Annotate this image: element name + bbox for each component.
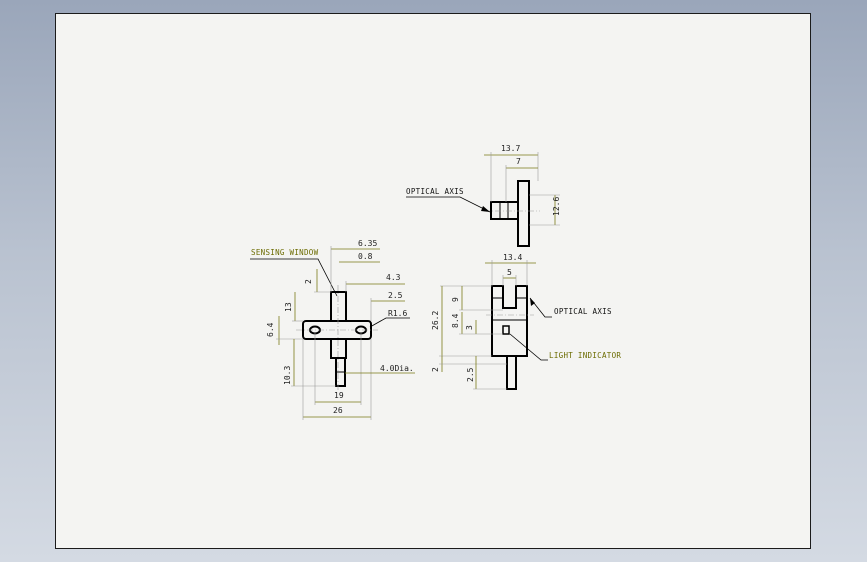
dim-2-side: 2 <box>431 367 440 372</box>
dim-2-5: 2.5 <box>388 291 403 300</box>
side-view-cable <box>506 355 517 390</box>
dim-26-2: 26.2 <box>431 311 440 330</box>
dim-6-35: 6.35 <box>358 239 377 248</box>
dim-26: 26 <box>333 406 343 415</box>
dim-6-4: 6.4 <box>266 322 275 337</box>
dim-0-8: 0.8 <box>358 252 373 261</box>
dim-10-3: 10.3 <box>283 366 292 385</box>
front-view: SENSING WINDOW 6.35 0.8 4.3 2.5 R1.6 2 1… <box>250 239 415 420</box>
dim-3: 3 <box>465 325 474 330</box>
dim-7: 7 <box>516 157 521 166</box>
side-view: 13.4 5 9 8.4 3 26.2 2 2.5 OPTICAL AXIS L… <box>431 253 621 390</box>
top-view-flange <box>517 180 530 247</box>
dim-12-6: 12.6 <box>552 197 561 216</box>
label-optical-axis-side: OPTICAL AXIS <box>554 307 612 316</box>
dim-r1-6: R1.6 <box>388 309 407 318</box>
label-light-indicator: LIGHT INDICATOR <box>549 351 621 360</box>
dim-2-5-side: 2.5 <box>466 367 475 382</box>
dim-13-7: 13.7 <box>501 144 520 153</box>
dim-13-4: 13.4 <box>503 253 522 262</box>
label-optical-axis-top: OPTICAL AXIS <box>406 187 464 196</box>
dim-8-4: 8.4 <box>451 313 460 328</box>
side-view-body <box>491 285 528 357</box>
top-view: 13.7 7 12.6 OPTICAL AXIS <box>406 144 561 247</box>
dim-9: 9 <box>451 297 460 302</box>
dim-13: 13 <box>284 302 293 312</box>
light-indicator <box>502 325 510 335</box>
dim-5: 5 <box>507 268 512 277</box>
dim-19: 19 <box>334 391 344 400</box>
dim-4-dia: 4.0Dia. <box>380 364 414 373</box>
dim-2: 2 <box>304 279 313 284</box>
dim-4-3: 4.3 <box>386 273 401 282</box>
label-sensing-window: SENSING WINDOW <box>251 248 319 257</box>
technical-drawing: 13.7 7 12.6 OPTICAL AXIS SENSING WINDOW … <box>250 144 621 420</box>
